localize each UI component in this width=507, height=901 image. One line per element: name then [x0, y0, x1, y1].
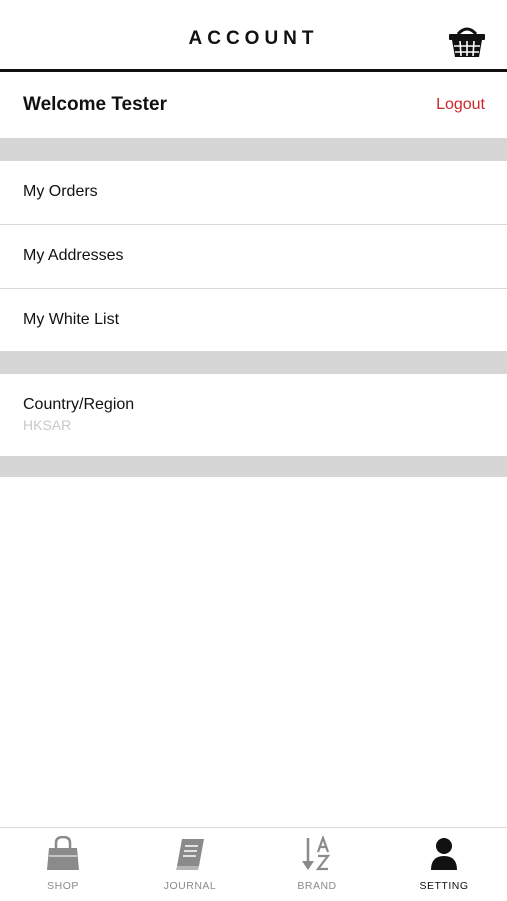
section-divider	[0, 138, 507, 161]
tab-brand[interactable]: BRAND	[254, 828, 380, 901]
tab-label: SHOP	[47, 880, 79, 892]
person-icon	[431, 838, 457, 870]
country-region-row[interactable]: Country/Region HKSAR	[0, 374, 507, 456]
shopping-bag-icon	[47, 836, 79, 870]
page-title: ACCOUNT	[188, 28, 319, 49]
tab-label: BRAND	[297, 880, 337, 892]
shopping-basket-icon	[449, 27, 485, 57]
menu-item-label: My Addresses	[23, 247, 124, 264]
logout-button[interactable]: Logout	[436, 96, 485, 114]
section-divider	[0, 351, 507, 374]
bottom-tab-bar: SHOP JOURNAL BRAND SETTING	[0, 827, 507, 901]
sort-az-icon	[302, 836, 331, 871]
tab-label: SETTING	[419, 880, 469, 892]
tab-label: JOURNAL	[163, 880, 217, 892]
menu-item-label: My Orders	[23, 183, 98, 200]
top-nav-bar: ACCOUNT	[0, 0, 507, 72]
tab-shop[interactable]: SHOP	[0, 828, 126, 901]
menu-item-my-white-list[interactable]: My White List	[0, 289, 507, 351]
section-divider	[0, 456, 507, 477]
menu-item-my-orders[interactable]: My Orders	[0, 161, 507, 224]
tab-setting[interactable]: SETTING	[381, 828, 507, 901]
menu-item-label: My White List	[23, 311, 120, 328]
tab-journal[interactable]: JOURNAL	[127, 828, 253, 901]
welcome-row: Welcome Tester Logout	[0, 72, 507, 138]
country-region-value: HKSAR	[23, 417, 72, 433]
country-region-label: Country/Region	[23, 396, 135, 413]
book-icon	[176, 839, 204, 870]
menu-item-my-addresses[interactable]: My Addresses	[0, 225, 507, 288]
shopping-basket-button[interactable]	[446, 22, 488, 60]
welcome-text: Welcome Tester	[23, 94, 167, 115]
